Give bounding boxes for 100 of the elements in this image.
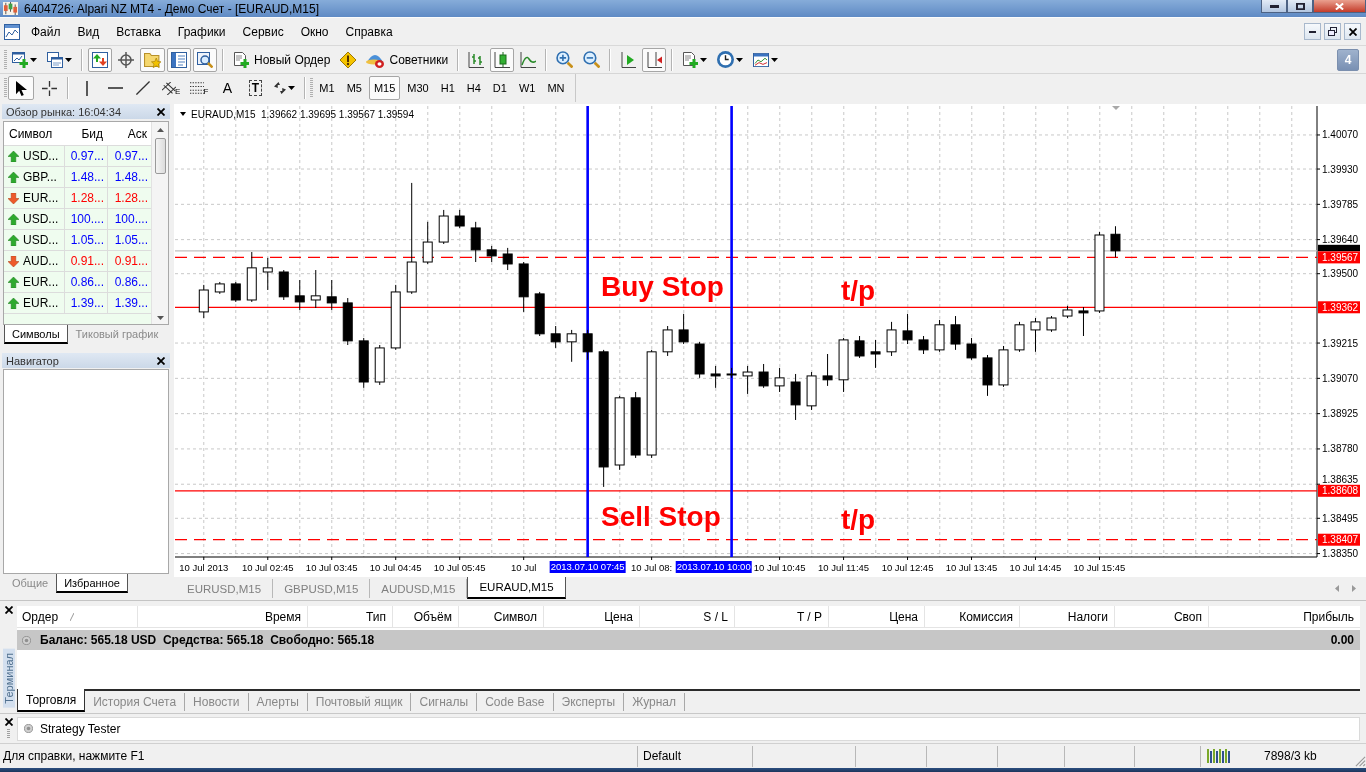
close-icon — [1335, 2, 1344, 10]
column-header[interactable]: Бид — [65, 126, 108, 141]
column-header[interactable]: Ордер — [22, 609, 59, 624]
bid-line[interactable] — [175, 250, 1317, 252]
text-label-button[interactable]: T — [242, 76, 269, 100]
experts-button[interactable]: Советники — [362, 47, 453, 72]
column-header[interactable]: Прибыль — [1303, 609, 1354, 624]
tab[interactable]: Торговля — [17, 689, 86, 712]
column-header[interactable]: Комиссия — [959, 609, 1013, 624]
quote-row[interactable]: USD... 1.05... 1.05... — [4, 230, 151, 251]
ref-line-label: 1.39362 — [1322, 301, 1359, 313]
caret-icon — [736, 57, 744, 62]
hatched-lines-icon — [162, 81, 176, 95]
column-header[interactable]: S / L — [703, 609, 728, 624]
column-header[interactable]: Символ — [4, 126, 65, 141]
vertical-line[interactable] — [586, 106, 589, 557]
close-button[interactable] — [1344, 23, 1361, 40]
chart-annotation[interactable]: Sell Stop — [601, 501, 721, 532]
minimize-button[interactable] — [1261, 0, 1287, 13]
column-header[interactable]: Тип — [366, 609, 386, 624]
document-plus-icon — [233, 51, 249, 68]
market-watch-button[interactable] — [88, 47, 112, 72]
minimize-button[interactable] — [1304, 23, 1321, 40]
candle — [822, 353, 833, 387]
maximize-button[interactable] — [1287, 0, 1313, 13]
tab[interactable]: Символы — [4, 325, 68, 344]
menu-item[interactable]: Окно — [293, 21, 336, 42]
cursor-button[interactable] — [8, 76, 34, 100]
menu-item[interactable]: Графики — [170, 21, 233, 42]
column-header[interactable]: Время — [264, 609, 301, 624]
candlestick-button[interactable] — [490, 47, 515, 72]
fibonacci-button[interactable]: F — [186, 76, 213, 100]
column-header[interactable]: Аск — [108, 126, 151, 141]
chart-tab[interactable]: EURUSD,M15 — [176, 579, 274, 598]
period-button[interactable]: M15 — [368, 76, 401, 100]
symbol-text: USD... — [23, 233, 59, 247]
period-button[interactable]: H4 — [461, 76, 486, 100]
chart-annotation[interactable]: t/p — [841, 504, 876, 535]
chart-tab[interactable]: EURAUD,M15 — [467, 577, 566, 599]
close-button[interactable] — [1313, 0, 1366, 13]
new-order-button[interactable]: Новый Ордер — [229, 47, 335, 72]
scrollbar[interactable] — [151, 122, 168, 324]
menu-item[interactable]: Сервис — [235, 21, 291, 42]
column-header[interactable]: Своп — [1173, 609, 1202, 624]
price-line[interactable] — [175, 256, 1317, 259]
candle — [758, 363, 769, 389]
price-axis-label: 1.39500 — [1322, 268, 1359, 280]
period-button[interactable]: W1 — [513, 76, 541, 100]
quote-row[interactable]: EUR... 0.86... 0.86... — [4, 272, 151, 293]
candle — [630, 391, 641, 459]
caret-icon[interactable] — [180, 112, 186, 116]
period-button[interactable]: MN — [542, 76, 570, 100]
column-header[interactable]: Цена — [889, 609, 918, 624]
navigator-button[interactable] — [140, 47, 165, 72]
channel-button[interactable]: E — [158, 76, 185, 100]
bid-price: 100.... — [65, 209, 108, 229]
candle — [662, 325, 673, 357]
price-line[interactable] — [175, 306, 1317, 308]
restore-button[interactable] — [1324, 23, 1341, 40]
panel-title[interactable]: Терминал — [2, 649, 15, 708]
period-button[interactable]: M5 — [341, 76, 367, 100]
text-button[interactable]: A — [214, 76, 241, 100]
candle — [838, 337, 849, 393]
scroll-right-icon — [1352, 584, 1356, 592]
period-button[interactable]: M30 — [402, 76, 434, 100]
quote-row[interactable]: AUD... 0.91... 0.91... — [4, 251, 151, 272]
chart-shift-button[interactable] — [642, 47, 667, 72]
column-header[interactable]: T / P — [796, 609, 822, 624]
period-button[interactable]: D1 — [487, 76, 512, 100]
bid-price: 1.05... — [65, 230, 108, 250]
maximize-icon — [1295, 2, 1305, 10]
menu-item[interactable]: Вид — [70, 21, 107, 42]
column-header[interactable]: Налоги — [1067, 609, 1108, 624]
strategy-tester-button[interactable] — [193, 47, 217, 72]
candle — [934, 319, 945, 353]
terminal-button[interactable] — [167, 47, 191, 72]
quote-row[interactable]: EUR... 1.39... 1.39... — [4, 293, 151, 314]
menu-item[interactable]: Справка — [338, 21, 400, 42]
menu-item[interactable]: Файл — [24, 21, 68, 42]
column-header[interactable]: Объём — [413, 609, 452, 624]
scrollbar-thumb[interactable] — [154, 138, 166, 174]
menu-item[interactable]: Вставка — [109, 21, 168, 42]
quote-row[interactable]: EUR... 1.28... 1.28... — [4, 188, 151, 209]
tab[interactable]: Избранное — [56, 574, 128, 593]
chart-annotation[interactable]: Buy Stop — [601, 271, 724, 302]
panel-title[interactable]: Strategy Tester — [40, 721, 121, 736]
period-button[interactable]: H1 — [435, 76, 460, 100]
quote-row[interactable]: USD... 0.97... 0.97... — [4, 146, 151, 167]
close-icon — [4, 606, 13, 614]
period-button[interactable]: M1 — [314, 76, 340, 100]
column-header[interactable]: Цена — [604, 609, 633, 624]
document-plus-icon — [682, 51, 699, 68]
triangle-marker-icon[interactable] — [1112, 106, 1120, 110]
chart-annotation[interactable]: t/p — [841, 275, 876, 306]
window-arrows-icon — [92, 51, 108, 68]
candle — [198, 284, 209, 319]
column-header[interactable]: Символ — [493, 609, 537, 624]
quote-row[interactable]: USD... 100.... 100.... — [4, 209, 151, 230]
quote-row[interactable]: GBP... 1.48... 1.48... — [4, 167, 151, 188]
chart-tab[interactable]: GBPUSD,M15 — [273, 579, 371, 598]
